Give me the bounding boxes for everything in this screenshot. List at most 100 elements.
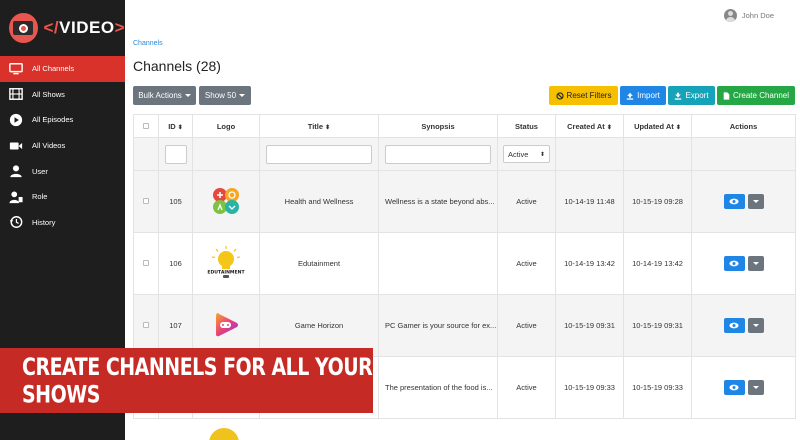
user-tag-icon	[9, 191, 23, 203]
caret-down-icon	[752, 324, 759, 327]
user-icon	[10, 165, 22, 178]
more-actions-button[interactable]	[747, 194, 764, 209]
actions-cell	[691, 356, 796, 419]
export-label: Export	[685, 91, 709, 100]
promo-banner-text: CREATE CHANNELS FOR ALL YOUR SHOWS	[22, 353, 373, 408]
app-logo[interactable]: </VIDEO>	[0, 0, 125, 56]
svg-text:EDUTAINMENT: EDUTAINMENT	[207, 269, 245, 275]
sidebar-item-all-episodes[interactable]: All Episodes	[0, 107, 125, 133]
row-checkbox[interactable]	[143, 260, 149, 266]
actions-cell	[691, 232, 796, 295]
sort-icon: ⬍	[325, 124, 331, 131]
row-checkbox[interactable]	[143, 198, 149, 204]
filter-cell	[555, 137, 624, 171]
avatar-icon	[723, 9, 737, 22]
row-select-cell[interactable]	[133, 170, 159, 233]
upload-icon	[626, 92, 634, 100]
column-header-id[interactable]: ID ⬍	[158, 114, 193, 138]
filter-cell	[133, 137, 159, 171]
table-header-row: ID ⬍ Logo Title ⬍ Synopsis Status Create…	[133, 114, 796, 138]
sidebar-item-label: History	[32, 217, 56, 227]
sidebar-item-all-shows[interactable]: All Shows	[0, 82, 125, 108]
title-cell: Edutainment	[259, 232, 379, 295]
sidebar-item-label: All Shows	[32, 89, 65, 99]
status-cell: Active	[497, 294, 556, 357]
title-cell: Health and Wellness	[259, 170, 379, 233]
sidebar-item-role[interactable]: Role	[0, 184, 125, 210]
sort-icon: ⬍	[177, 124, 183, 131]
ban-icon	[555, 91, 564, 100]
sort-icon: ⬍	[606, 124, 612, 131]
sidebar-item-label: All Episodes	[32, 115, 74, 125]
table-row[interactable]: 105 Health and Wellness Wellness is a st…	[133, 170, 796, 233]
more-actions-button[interactable]	[747, 318, 764, 333]
status-cell: Active	[497, 356, 556, 419]
row-checkbox[interactable]	[143, 322, 149, 328]
synopsis-filter-input[interactable]	[385, 144, 491, 164]
breadcrumb[interactable]: Channels	[133, 40, 163, 47]
status-filter-select[interactable]: Active ⬍	[503, 145, 550, 163]
status-cell: Active	[497, 170, 556, 233]
view-button[interactable]	[723, 380, 745, 395]
synopsis-cell	[378, 232, 498, 295]
filter-cell: Active ⬍	[497, 137, 556, 171]
column-header-created-at[interactable]: Created At ⬍	[555, 114, 624, 138]
sidebar-item-all-videos[interactable]: All Videos	[0, 133, 125, 159]
view-button[interactable]	[723, 318, 745, 333]
column-header-updated-at[interactable]: Updated At ⬍	[623, 114, 692, 138]
bulk-actions-button[interactable]: Bulk Actions	[133, 86, 196, 105]
updated-cell: 10-15-19 09:33	[623, 356, 692, 419]
eye-icon	[729, 198, 739, 205]
import-button[interactable]: Import	[620, 86, 666, 105]
synopsis-cell: PC Gamer is your source for ex...	[378, 294, 498, 357]
created-cell: 10-14-19 11:48	[555, 170, 624, 233]
updated-cell: 10-14-19 13:42	[623, 232, 692, 295]
import-label: Import	[637, 91, 660, 100]
sidebar-item-user[interactable]: User	[0, 158, 125, 184]
camera-logo-icon	[9, 13, 38, 43]
column-label: ID	[168, 121, 176, 131]
sidebar-item-history[interactable]: History	[0, 210, 125, 236]
more-actions-button[interactable]	[747, 256, 764, 271]
filter-cell	[158, 137, 193, 171]
user-menu[interactable]: John Doe	[723, 9, 774, 22]
updated-cell: 10-15-19 09:28	[623, 170, 692, 233]
created-cell: 10-15-19 09:31	[555, 294, 624, 357]
filter-row: Active ⬍	[133, 137, 796, 171]
table-row[interactable]: 106 EDUTAINMENT Edutainment Active 10-14…	[133, 232, 796, 295]
lightbulb-logo-icon: EDUTAINMENT	[207, 245, 245, 278]
select-all-cell[interactable]	[133, 114, 159, 138]
id-cell: 105	[158, 170, 193, 233]
show-count-label: Show 50	[204, 91, 237, 100]
column-label: Logo	[216, 121, 236, 131]
actions-cell	[691, 170, 796, 233]
select-all-checkbox[interactable]	[143, 122, 149, 129]
export-button[interactable]: Export	[668, 86, 715, 105]
title-filter-input[interactable]	[266, 144, 372, 164]
filter-cell	[623, 137, 692, 171]
caret-down-icon	[239, 94, 246, 97]
create-channel-button[interactable]: Create Channel	[717, 86, 795, 105]
more-actions-button[interactable]	[747, 380, 764, 395]
monitor-icon	[9, 62, 23, 75]
actions-cell	[691, 294, 796, 357]
eye-icon	[729, 260, 739, 267]
column-header-title[interactable]: Title ⬍	[259, 114, 379, 138]
sort-icon: ⬍	[675, 124, 681, 131]
view-button[interactable]	[723, 256, 745, 271]
id-filter-input[interactable]	[164, 144, 187, 164]
synopsis-cell: The presentation of the food is...	[378, 356, 498, 419]
column-header-logo: Logo	[192, 114, 260, 138]
sidebar-item-all-channels[interactable]: All Channels	[0, 56, 125, 82]
view-button[interactable]	[723, 194, 745, 209]
reset-filters-button[interactable]: Reset Filters	[549, 86, 618, 105]
caret-down-icon	[752, 386, 759, 389]
filter-cell	[259, 137, 379, 171]
filter-cell	[192, 137, 260, 171]
sidebar-item-label: Role	[32, 192, 48, 202]
video-camera-icon	[9, 142, 23, 150]
show-count-button[interactable]: Show 50	[199, 86, 251, 105]
caret-down-icon	[184, 94, 191, 97]
logo-text: </VIDEO>	[43, 18, 125, 37]
row-select-cell[interactable]	[133, 232, 159, 295]
